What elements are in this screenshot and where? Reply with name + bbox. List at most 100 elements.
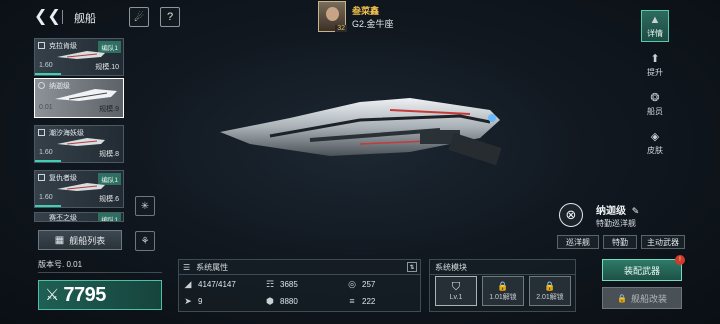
attr-value: 4147/4147 xyxy=(198,279,236,289)
attr-durability: ◢ 4147/4147 xyxy=(183,279,236,289)
stealth-icon: ≡ xyxy=(349,296,355,306)
ship-thumbnail xyxy=(55,89,117,101)
page-title: 舰船 xyxy=(74,13,96,25)
divider xyxy=(62,10,63,24)
lock-icon: 🔒 xyxy=(497,280,509,291)
ship-card-scale: 规模.10 xyxy=(95,64,119,71)
lock-icon: 🔒 xyxy=(617,293,627,303)
attributes-panel: ☰ 系统属性 ⇅ ◢ 4147/4147 ☶ 3685 ◎ 257 ➤ 9 ⬢ … xyxy=(178,259,421,312)
avatar[interactable]: 32 xyxy=(318,1,347,32)
edit-icon[interactable]: ✎ xyxy=(632,206,640,216)
tab-upgrade[interactable]: ⬆ 提升 xyxy=(641,53,669,78)
card-marker xyxy=(38,129,45,136)
player-name: 叁菜鑫 xyxy=(352,6,380,16)
planet-icon[interactable]: ☄ xyxy=(129,7,149,27)
ship-thumbnail xyxy=(57,138,105,146)
ship-thumbnail xyxy=(57,51,105,59)
card-marker xyxy=(38,174,45,181)
divider xyxy=(430,274,575,275)
power-score: ⚔ 7795 xyxy=(38,280,162,310)
grid-icon: ▦ xyxy=(54,234,65,246)
ship-card-1[interactable]: 纳迦级 0.01 规模.9 xyxy=(34,78,124,118)
ship-card-value: 1.60 xyxy=(39,62,53,69)
attr-value: 8880 xyxy=(280,296,298,306)
tab-crew[interactable]: ❂ 船员 xyxy=(641,92,669,117)
tag-active-weapon: 主动武器 xyxy=(641,235,685,249)
ship-thumbnail xyxy=(57,183,105,191)
ship-refit-button[interactable]: 🔒 舰船改装 xyxy=(602,287,682,309)
ship-card-value: 1.60 xyxy=(39,194,53,201)
tab-skin[interactable]: ◈ 皮肤 xyxy=(641,131,669,156)
attr-value: 3685 xyxy=(280,279,298,289)
ship-card-scale: 规模.9 xyxy=(99,106,119,113)
attr-value: 9 xyxy=(198,296,203,306)
cargo-icon: ⬢ xyxy=(266,296,274,306)
expand-icon[interactable]: ⇅ xyxy=(407,262,417,272)
tab-label: 提升 xyxy=(647,68,663,77)
module-slot-label: 2.01解锁 xyxy=(536,293,564,301)
ship-illustration xyxy=(220,98,502,166)
ship-refit-label: 舰船改装 xyxy=(630,293,667,304)
skin-icon: ◈ xyxy=(650,131,660,143)
attributes-title: 系统属性 xyxy=(196,263,229,272)
ship-name: 纳迦级 ✎ xyxy=(596,202,639,217)
module-slot-1[interactable]: 🔒 1.01解锁 xyxy=(482,276,524,306)
equip-weapon-button[interactable]: 装配武器 ! xyxy=(602,255,685,281)
list-icon: ☰ xyxy=(183,263,191,272)
lock-icon: 🔒 xyxy=(544,280,556,291)
version-label: 版本号. 0.01 xyxy=(38,260,83,269)
wing-filter-button[interactable]: ⚘ xyxy=(135,231,155,251)
progress-bar xyxy=(35,160,62,162)
ship-list-button[interactable]: ▦ 舰船列表 xyxy=(38,230,122,250)
attr-value: 257 xyxy=(362,279,376,289)
progress-bar xyxy=(35,73,62,75)
modules-title: 系统模块 xyxy=(435,263,467,272)
arrow-up-icon: ⬆ xyxy=(650,53,660,65)
attr-energy: ◎ 257 xyxy=(347,279,375,289)
avatar-face xyxy=(326,7,339,21)
attr-armor: ☶ 3685 xyxy=(265,279,298,289)
ship-card-scale: 规模.8 xyxy=(99,151,119,158)
attributes-header: ☰ 系统属性 xyxy=(183,262,228,273)
shield-icon: ⛉ xyxy=(451,281,461,293)
divider xyxy=(179,274,420,275)
notification-badge: ! xyxy=(675,255,685,265)
energy-icon: ◎ xyxy=(348,279,356,289)
pyramid-icon: ▲ xyxy=(649,13,661,26)
progress-bar xyxy=(35,205,62,207)
tab-label: 皮肤 xyxy=(647,146,663,155)
fleet-formation-button[interactable]: ✳ xyxy=(135,196,155,216)
shield-icon: ◢ xyxy=(184,279,192,289)
tag-cruiser: 巡洋舰 xyxy=(557,235,599,249)
ship-card-name: 赛丕之级 xyxy=(49,215,77,222)
ship-class-icon: ⊗ xyxy=(559,203,583,227)
attr-cargo: ⬢ 8880 xyxy=(265,296,298,306)
ship-card-2[interactable]: 潮汐海妖级 1.60 规模.8 xyxy=(34,125,124,163)
player-level: 32 xyxy=(335,25,347,32)
ship-list-label: 舰船列表 xyxy=(69,235,106,246)
attr-value: 222 xyxy=(362,296,376,306)
speed-icon: ➤ xyxy=(184,296,192,306)
card-marker xyxy=(38,82,45,89)
attr-stealth: ≡ 222 xyxy=(347,296,375,306)
fleet-badge: 编队1 xyxy=(98,213,121,221)
ship-card-3[interactable]: 复仇者级 编队1 1.60 规模.6 xyxy=(34,170,124,208)
tab-details[interactable]: ▲ 详情 xyxy=(641,10,669,42)
help-icon[interactable]: ? xyxy=(160,7,180,27)
ship-class: 特勤巡洋舰 xyxy=(596,219,636,228)
armor-icon: ☶ xyxy=(265,279,275,289)
ship-card-0[interactable]: 克拉肯级 编队1 1.60 规模.10 xyxy=(34,38,124,76)
tag-special: 特勤 xyxy=(603,235,637,249)
module-slot-2[interactable]: 🔒 2.01解锁 xyxy=(529,276,571,306)
ship-name-text: 纳迦级 xyxy=(596,206,626,217)
ship-card-scale: 规模.6 xyxy=(99,196,119,203)
equip-weapon-label: 装配武器 xyxy=(623,265,660,276)
card-marker xyxy=(38,42,45,49)
tab-label: 详情 xyxy=(647,28,663,38)
module-slot-label: 1.01解锁 xyxy=(489,293,517,301)
back-button[interactable]: ❮❮ xyxy=(34,8,61,26)
ship-card-4[interactable]: 赛丕之级 编队1 xyxy=(34,212,124,222)
player-zone: G2.金牛座 xyxy=(352,19,394,29)
module-slot-0[interactable]: ⛉ Lv.1 xyxy=(435,276,477,306)
crew-icon: ❂ xyxy=(650,92,660,104)
